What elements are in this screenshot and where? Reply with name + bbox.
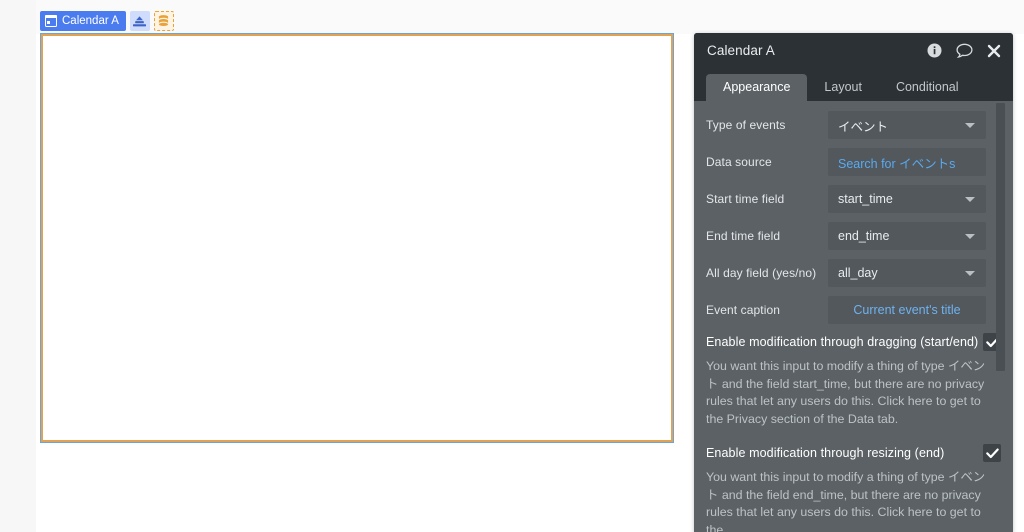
property-field-list: Type of events イベント Data source Search f… (694, 101, 1013, 532)
property-editor-body: Type of events イベント Data source Search f… (694, 101, 1013, 532)
field-label: All day field (yes/no) (706, 266, 817, 280)
field-label: Event caption (706, 303, 781, 317)
database-icon (159, 15, 169, 26)
tab-appearance[interactable]: Appearance (706, 74, 808, 101)
checkbox-row-enable-dragging[interactable]: Enable modification through dragging (st… (694, 333, 1013, 351)
chevron-down-icon (965, 271, 975, 276)
tab-conditional[interactable]: Conditional (879, 74, 976, 101)
element-tab-database-icon-button[interactable] (153, 11, 174, 31)
field-row-all-day-field: All day field (yes/no) all_day (694, 259, 1013, 287)
privacy-warning-dragging[interactable]: You want this input to modify a thing of… (694, 351, 1013, 428)
field-label: Start time field (706, 192, 785, 206)
field-input-data-source[interactable]: Search for イベントs (828, 148, 986, 176)
element-tab-calendar-a[interactable]: Calendar A (40, 11, 126, 31)
group-icon (133, 15, 147, 26)
element-tab-label: Calendar A (62, 15, 119, 27)
field-input-start-time-field[interactable]: start_time (828, 185, 986, 213)
field-input-type-of-events[interactable]: イベント (828, 111, 986, 139)
calendar-icon (44, 14, 58, 27)
close-icon[interactable] (987, 44, 1001, 58)
property-editor-title: Calendar A (707, 43, 775, 58)
editor-top-strip (36, 0, 1024, 34)
field-input-event-caption[interactable]: Current event's title (828, 296, 986, 324)
comment-icon[interactable] (956, 43, 973, 58)
property-editor-header-icons (927, 43, 1001, 58)
element-tab-bar: Calendar A (40, 11, 174, 31)
canvas-calendar-element[interactable] (40, 33, 674, 443)
field-label: End time field (706, 229, 781, 243)
canvas-calendar-element-border (41, 34, 673, 442)
field-label: Data source (706, 155, 772, 169)
chevron-down-icon (965, 197, 975, 202)
field-input-end-time-field[interactable]: end_time (828, 222, 986, 250)
property-editor-header: Calendar A (694, 33, 1013, 68)
field-row-start-time-field: Start time field start_time (694, 185, 1013, 213)
property-editor-panel: Calendar A Appearance Layout Conditional… (694, 33, 1013, 532)
bubble-editor-screen: Calendar A Calendar A Appearance Layout … (0, 0, 1024, 532)
tab-layout[interactable]: Layout (807, 74, 879, 101)
field-row-type-of-events: Type of events イベント (694, 111, 1013, 139)
property-editor-tabs: Appearance Layout Conditional (694, 68, 1013, 101)
element-tab-group-icon-button[interactable] (129, 11, 150, 31)
field-row-end-time-field: End time field end_time (694, 222, 1013, 250)
field-value: イベント (838, 119, 889, 134)
info-icon[interactable] (927, 43, 942, 58)
field-value: Current event's title (853, 303, 961, 317)
privacy-warning-resizing[interactable]: You want this input to modify a thing of… (694, 462, 1013, 532)
field-row-data-source: Data source Search for イベントs (694, 148, 1013, 176)
chevron-down-icon (965, 234, 975, 239)
field-label: Type of events (706, 118, 786, 132)
field-input-all-day-field[interactable]: all_day (828, 259, 986, 287)
panel-scrollbar-thumb[interactable] (996, 103, 1005, 371)
editor-left-gutter (0, 0, 36, 532)
checkbox-label: Enable modification through dragging (st… (706, 335, 979, 349)
field-value: start_time (838, 192, 893, 206)
chevron-down-icon (965, 123, 975, 128)
field-value: Search for イベントs (838, 156, 956, 171)
checkbox-row-enable-resizing[interactable]: Enable modification through resizing (en… (694, 444, 1013, 462)
field-value: all_day (838, 266, 878, 280)
field-value: end_time (838, 229, 890, 243)
field-row-event-caption: Event caption Current event's title (694, 296, 1013, 324)
checkbox-label: Enable modification through resizing (en… (706, 446, 945, 460)
